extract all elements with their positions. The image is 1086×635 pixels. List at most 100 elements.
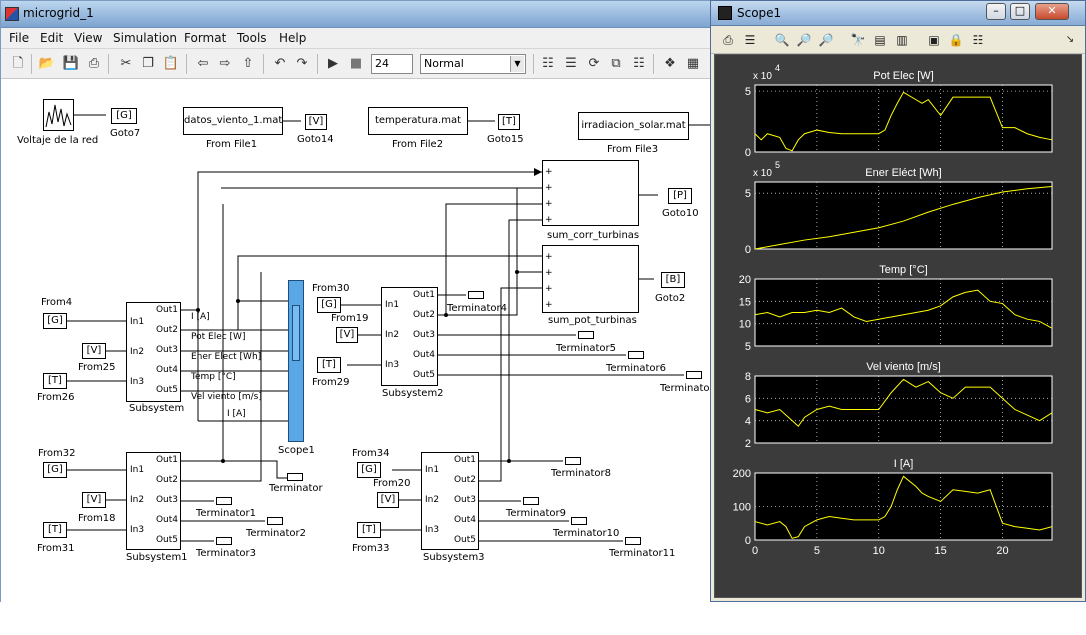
stop-simulation-icon[interactable]: ■ [347,55,365,73]
model-canvas[interactable]: Voltaje de la red [G] Goto7 datos_viento… [1,80,721,603]
open-folder-icon[interactable]: 📂 [38,55,56,73]
redo-icon[interactable]: ↷ [293,55,311,73]
from18-block[interactable]: [V] [82,492,106,508]
print-icon[interactable]: ⎙ [85,55,103,73]
from-file3-block[interactable]: irradiacion_solar.mat [578,112,689,140]
terminator7-block[interactable] [686,371,702,379]
menu-edit[interactable]: Edit [40,31,63,45]
terminator8-block[interactable] [565,457,581,465]
print-icon[interactable]: ⎙ [719,31,737,49]
y-exponent-power: 4 [775,63,780,73]
from34-block[interactable]: [G] [357,462,381,478]
menu-simulation[interactable]: Simulation [113,31,177,45]
plus-sign: + [545,300,553,310]
terminator1-label: Terminator1 [196,508,256,519]
menu-tools[interactable]: Tools [237,31,267,45]
voltage-source-block[interactable] [43,99,74,131]
save-axes-icon[interactable]: ▤ [871,31,889,49]
from19-block[interactable]: [G] [317,297,341,313]
cut-icon[interactable]: ✂ [117,55,135,73]
model-explorer-icon[interactable]: ▦ [684,55,702,73]
from30-label: From30 [312,283,350,294]
from-file1-block[interactable]: datos_viento_1.mat [183,107,283,135]
forward-arrow-icon[interactable]: ⇨ [216,55,234,73]
from32-block[interactable]: [G] [43,462,67,478]
from18-label: From18 [78,513,116,524]
terminator4-block[interactable] [468,291,484,299]
y-exponent-label: x 10 [753,168,772,179]
goto2-block[interactable]: [B] [661,272,685,288]
zoom-y-icon[interactable]: 🔎 [817,31,835,49]
sum-corr-turbinas-block[interactable]: + + + + [542,160,639,226]
maximize-button[interactable]: □ [1010,3,1030,20]
refresh-icon[interactable]: ⟳ [585,55,603,73]
up-arrow-icon[interactable]: ⇧ [239,55,257,73]
restore-axes-icon[interactable]: ▥ [893,31,911,49]
terminator9-block[interactable] [523,497,539,505]
back-arrow-icon[interactable]: ⇦ [194,55,212,73]
paste-icon[interactable]: 📋 [162,55,180,73]
scope-block[interactable] [288,280,304,442]
terminator5-block[interactable] [578,331,594,339]
from31-block[interactable]: [T] [43,522,67,538]
toolbar-overflow-icon[interactable]: ↘ [1061,31,1079,49]
from-v-block[interactable]: [V] [336,327,358,343]
terminator-block[interactable] [287,473,303,481]
y-tick-label: 200 [733,468,751,480]
goto14-block[interactable]: [V] [305,114,327,130]
sum-pot-turbinas-block[interactable]: + + + + [542,245,639,313]
new-model-icon[interactable]: 🗋 [9,55,27,73]
menu-view[interactable]: View [74,31,102,45]
floating-scope-icon[interactable]: ▣ [925,31,943,49]
from19-label: From19 [331,313,369,324]
from26-block[interactable]: [T] [43,373,67,389]
build-icon[interactable]: ☰ [562,55,580,73]
close-button[interactable]: ✕ [1035,3,1069,20]
scope-titlebar[interactable]: Scope1 – □ ✕ [711,1,1085,26]
out-port-label: Out1 [453,455,476,465]
subsystem2-block[interactable]: In1 In2 In3 Out1 Out2 Out3 Out4 Out5 [381,287,438,386]
terminator10-block[interactable] [571,517,587,525]
terminator6-block[interactable] [628,351,644,359]
from25-block[interactable]: [V] [82,343,106,359]
from-file2-block[interactable]: temperatura.mat [368,107,468,135]
model-titlebar[interactable]: microgrid_1 [1,1,719,28]
model-advisor-icon[interactable]: ☷ [630,55,648,73]
chevron-down-icon[interactable]: ▼ [510,56,524,72]
terminator3-block[interactable] [216,537,232,545]
from20-block[interactable]: [V] [377,492,399,508]
copy-icon[interactable]: ❐ [139,55,157,73]
lock-icon[interactable]: 🔒 [947,31,965,49]
from4-block[interactable]: [G] [43,313,67,329]
subsystem3-block[interactable]: In1 In2 In3 Out1 Out2 Out3 Out4 Out5 [421,452,479,550]
goto10-block[interactable]: [P] [668,188,692,204]
update-diagram-icon[interactable]: ☷ [539,55,557,73]
autoscale-icon[interactable]: 🔭 [849,31,867,49]
minimize-button[interactable]: – [986,3,1006,20]
stop-time-input[interactable]: 24 [371,54,413,74]
zoom-icon[interactable]: 🔍 [773,31,791,49]
zoom-x-icon[interactable]: 🔎 [795,31,813,49]
goto7-block[interactable]: [G] [111,108,137,124]
undo-icon[interactable]: ↶ [271,55,289,73]
library-browser-icon[interactable]: ❖ [661,55,679,73]
subsystem1-block[interactable]: In1 In2 In3 Out1 Out2 Out3 Out4 Out5 [126,452,181,550]
run-simulation-icon[interactable]: ▶ [324,55,342,73]
from33-block[interactable]: [T] [357,522,381,538]
in-port-label: In2 [425,495,440,505]
signal-selector-icon[interactable]: ☷ [969,31,987,49]
terminator1-block[interactable] [216,497,232,505]
terminator6-label: Terminator6 [606,363,666,374]
goto15-block[interactable]: [T] [498,114,520,130]
parameters-icon[interactable]: ☰ [741,31,759,49]
menu-format[interactable]: Format [184,31,226,45]
layers-icon[interactable]: ⧉ [607,55,625,73]
subsystem-block[interactable]: In1 In2 In3 Out1 Out2 Out3 Out4 Out5 [126,302,181,402]
save-icon[interactable]: 💾 [62,55,80,73]
terminator2-block[interactable] [267,517,283,525]
menu-file[interactable]: File [9,31,29,45]
menu-help[interactable]: Help [279,31,306,45]
from29-block[interactable]: [T] [317,357,341,373]
y-tick-label: 8 [745,371,751,383]
terminator11-block[interactable] [625,537,641,545]
